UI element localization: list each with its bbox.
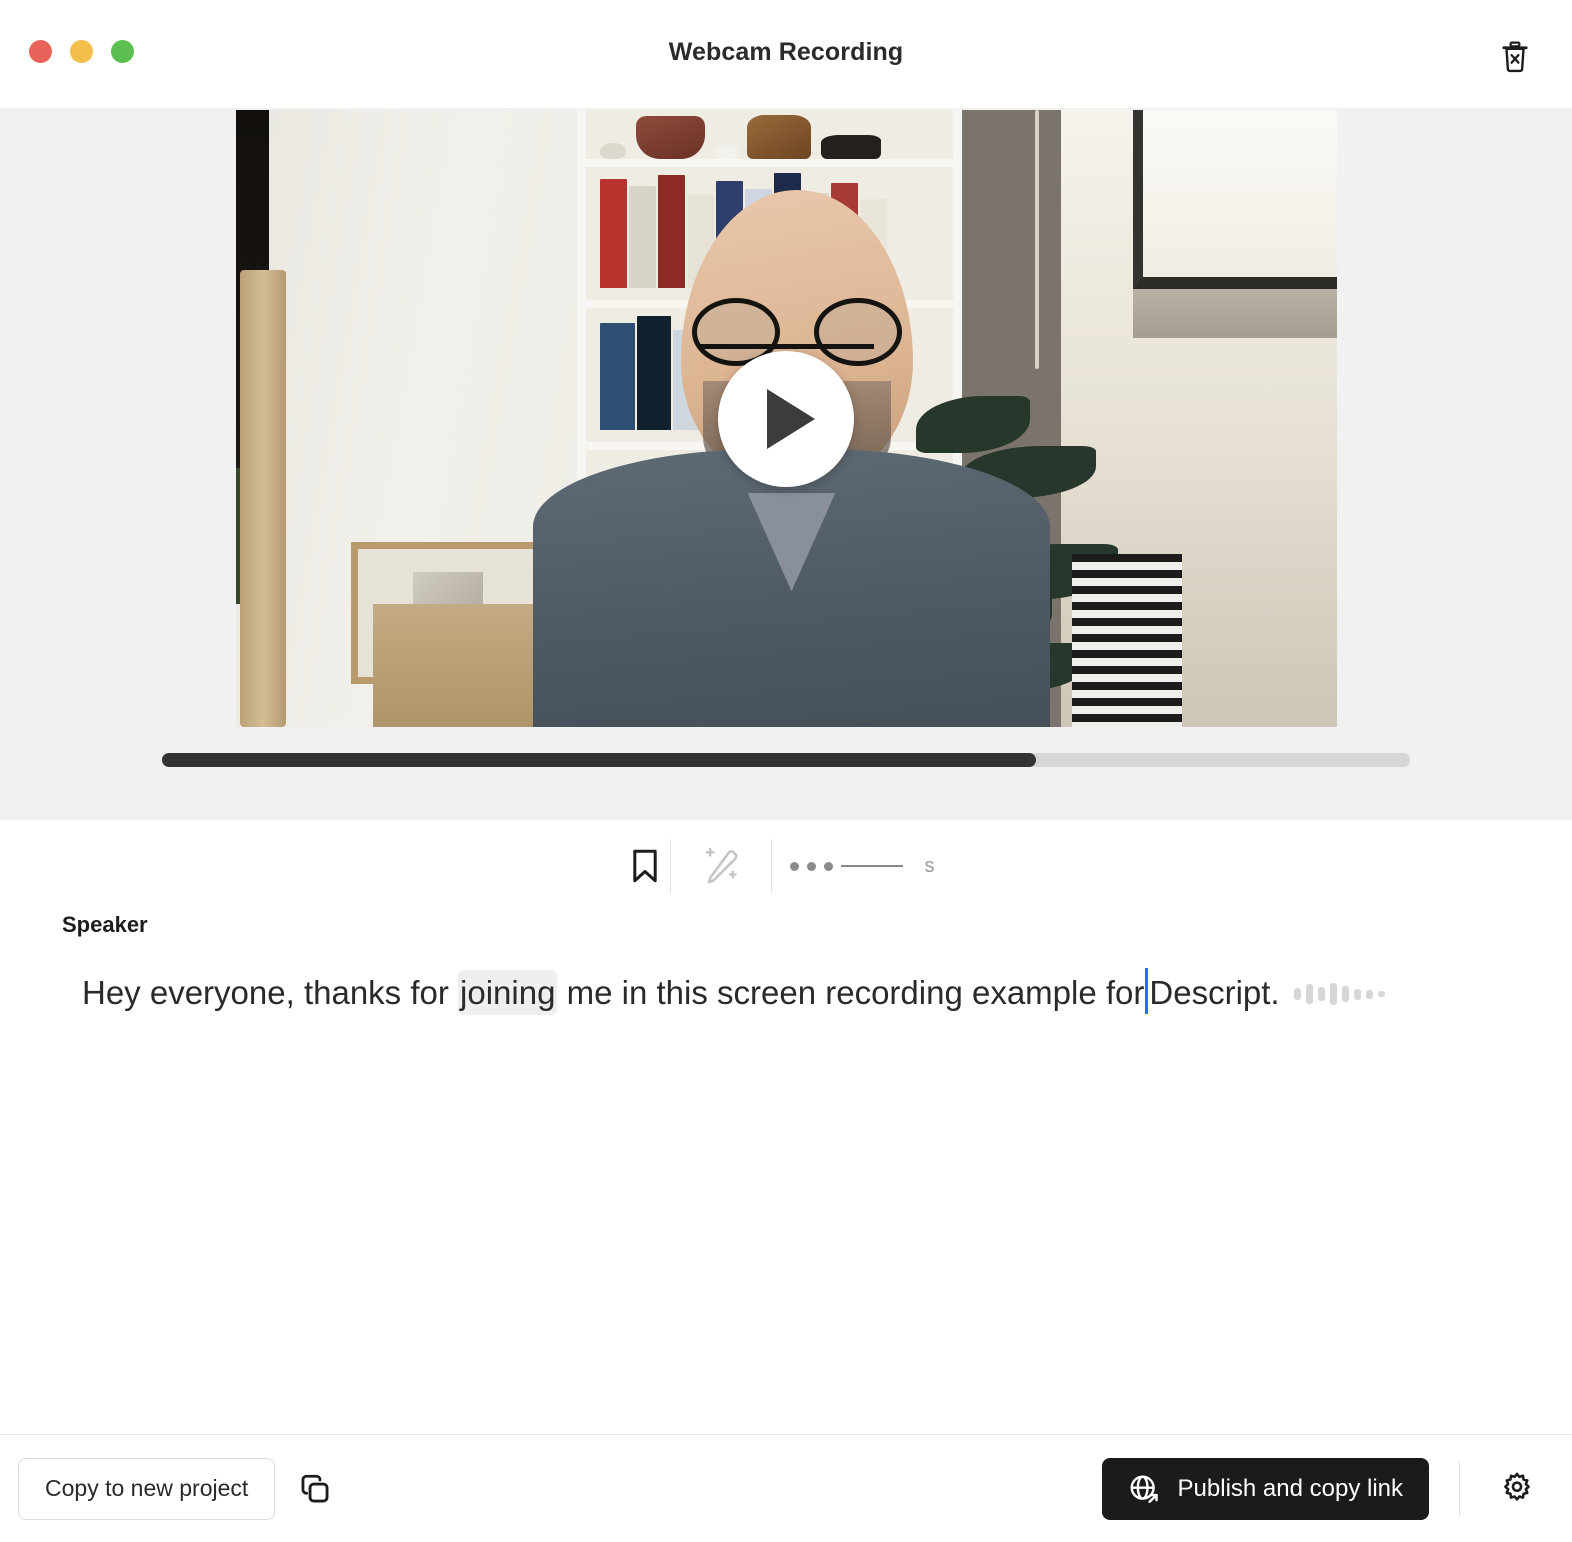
app-window: Webcam Recording s Speaker Hey everyone,… bbox=[0, 0, 1572, 1542]
scrubber-progress bbox=[162, 753, 1036, 767]
speaker-label: Speaker bbox=[62, 912, 148, 937]
audio-gap-icon bbox=[789, 861, 903, 871]
gap-unit-label: s bbox=[924, 854, 935, 877]
transcript-body: Speaker Hey everyone, thanks for joining… bbox=[0, 912, 1572, 1434]
audio-waveform-gap-icon bbox=[1293, 983, 1385, 1005]
copy-button[interactable] bbox=[289, 1463, 341, 1515]
magic-edit-button[interactable] bbox=[671, 839, 771, 893]
transcript-text-segment-2: me in this screen recording example for bbox=[557, 974, 1145, 1011]
play-button[interactable] bbox=[718, 350, 854, 487]
titlebar: Webcam Recording bbox=[0, 0, 1572, 108]
settings-button[interactable] bbox=[1490, 1462, 1544, 1516]
magic-pencil-icon bbox=[705, 847, 738, 884]
scrubber-track[interactable] bbox=[162, 753, 1410, 767]
transcript-toolbar: s bbox=[0, 820, 1572, 912]
publish-and-copy-link-button[interactable]: Publish and copy link bbox=[1101, 1457, 1429, 1520]
transcript-document: s Speaker Hey everyone, thanks for joini… bbox=[0, 820, 1572, 1542]
transcript-paragraph[interactable]: Hey everyone, thanks for joining me in t… bbox=[62, 968, 1510, 1017]
play-icon bbox=[767, 388, 815, 449]
trash-x-icon bbox=[1502, 41, 1528, 73]
copy-to-new-project-button[interactable]: Copy to new project bbox=[18, 1457, 276, 1520]
globe-share-icon bbox=[1130, 1475, 1158, 1503]
bookmark-icon bbox=[632, 849, 657, 883]
video-player-panel bbox=[0, 108, 1572, 820]
transcript-text-segment-1: Hey everyone, thanks for bbox=[82, 974, 459, 1011]
highlighted-word[interactable]: joining bbox=[458, 970, 558, 1015]
delete-recording-button[interactable] bbox=[1494, 36, 1536, 78]
playback-scrubber[interactable] bbox=[162, 753, 1410, 767]
text-cursor bbox=[1145, 968, 1149, 1014]
bottom-toolbar: Copy to new project Publish and copy lin… bbox=[0, 1434, 1572, 1542]
publish-button-label: Publish and copy link bbox=[1177, 1474, 1403, 1502]
transcript-text-segment-3: Descript. bbox=[1149, 974, 1280, 1011]
bookmark-button[interactable] bbox=[620, 839, 670, 893]
copy-icon bbox=[301, 1474, 329, 1502]
bottom-toolbar-divider bbox=[1459, 1460, 1460, 1517]
gear-icon bbox=[1504, 1472, 1530, 1501]
page-title: Webcam Recording bbox=[668, 38, 904, 66]
audio-gap-control[interactable]: s bbox=[772, 839, 953, 893]
video-frame[interactable] bbox=[235, 110, 1337, 727]
